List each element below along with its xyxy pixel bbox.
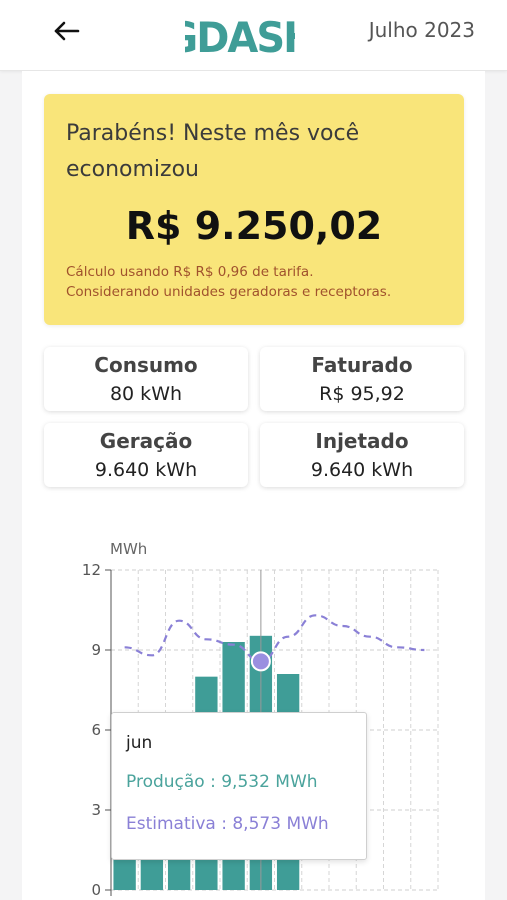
- gdash-logo: GDASH: [185, 13, 295, 58]
- stat-card-consumo: Consumo 80 kWh: [44, 347, 248, 411]
- chart-tooltip: jun Produção : 9,532 MWh Estimativa : 8,…: [111, 712, 367, 860]
- tooltip-production: Produção : 9,532 MWh: [126, 772, 318, 792]
- arrow-left-icon: [54, 21, 80, 41]
- y-axis-unit-label: MWh: [110, 540, 147, 558]
- stat-card-faturado: Faturado R$ 95,92: [260, 347, 464, 411]
- back-button[interactable]: [50, 14, 84, 48]
- production-bar: [140, 858, 164, 890]
- stat-card-injetado: Injetado 9.640 kWh: [260, 423, 464, 487]
- app-header: GDASH Julho 2023: [0, 0, 507, 71]
- note-line: Considerando unidades geradoras e recept…: [66, 284, 392, 300]
- savings-message: Parabéns! Neste mês você economizou: [66, 121, 360, 182]
- stat-label: Faturado: [311, 353, 413, 377]
- savings-banner: Parabéns! Neste mês você economizou R$ 9…: [44, 94, 464, 325]
- production-bar: [167, 858, 191, 890]
- month-label[interactable]: Julho 2023: [369, 18, 475, 42]
- note-line: Cálculo usando R$ R$ 0,96 de tarifa.: [66, 264, 314, 280]
- stat-card-geracao: Geração 9.640 kWh: [44, 423, 248, 487]
- stat-label: Geração: [99, 429, 193, 453]
- tooltip-estimate: Estimativa : 8,573 MWh: [126, 814, 329, 834]
- y-tick-label: 12: [82, 561, 101, 579]
- estimate-point: [250, 651, 271, 672]
- stat-value: 9.640 kWh: [94, 459, 198, 481]
- savings-note: Cálculo usando R$ R$ 0,96 de tarifa. Con…: [66, 262, 446, 302]
- svg-text:GDASH: GDASH: [185, 13, 295, 58]
- y-tick-label: 3: [91, 801, 101, 819]
- stat-value: R$ 95,92: [319, 383, 405, 405]
- y-tick-label: 6: [91, 721, 101, 739]
- y-tick-label: 9: [91, 641, 101, 659]
- stat-label: Injetado: [315, 429, 409, 453]
- savings-amount: R$ 9.250,02: [125, 204, 383, 248]
- stat-value: 9.640 kWh: [310, 459, 414, 481]
- y-tick-label: 0: [91, 881, 101, 899]
- stat-label: Consumo: [94, 353, 198, 377]
- stat-value: 80 kWh: [109, 383, 183, 405]
- production-bar: [113, 858, 136, 890]
- tooltip-title: jun: [126, 733, 153, 753]
